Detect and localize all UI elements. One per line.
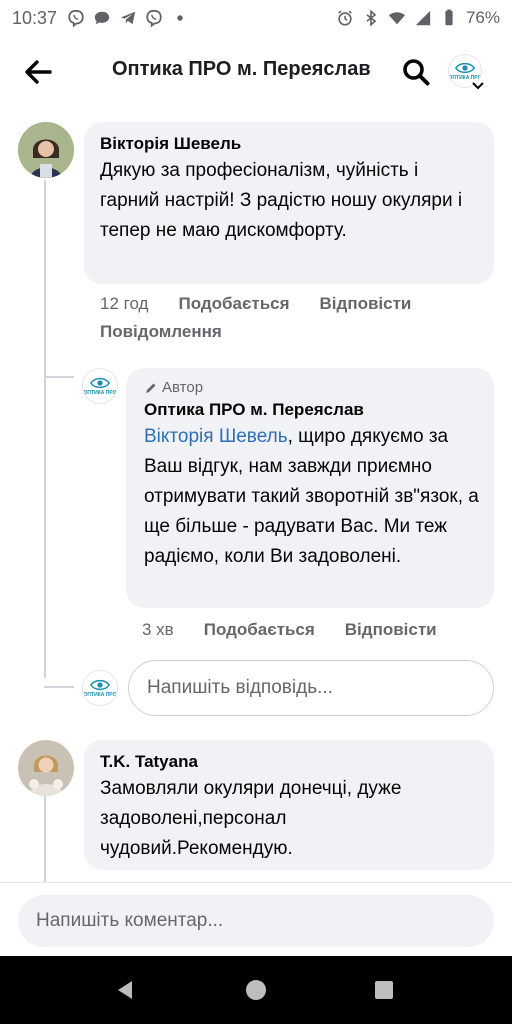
reply-input[interactable]: Напишіть відповідь...	[128, 660, 494, 716]
app-header: Оптика ПРО м. Переяслав ОПТИКА ПРО	[0, 36, 512, 106]
like-button[interactable]: Подобається	[178, 290, 289, 318]
notification-icons	[67, 9, 189, 27]
comment-actions: 3 хв Подобається Відповісти	[142, 616, 492, 644]
telegram-icon	[120, 11, 136, 25]
thread-connector	[44, 686, 74, 688]
nav-home-icon[interactable]	[244, 978, 268, 1002]
comment-text: Вікторія Шевель, щиро дякуємо за Ваш від…	[144, 422, 480, 572]
user-photo-icon	[18, 122, 74, 178]
search-icon	[403, 59, 430, 86]
page-title: Оптика ПРО м. Переяслав	[112, 58, 371, 80]
logo-text: ОПТИКА ПРО	[448, 74, 482, 81]
mention-link[interactable]: Вікторія Шевель	[144, 426, 288, 447]
message-button[interactable]: Повідомлення	[100, 318, 222, 346]
reply-text: , щиро дякуємо за Ваш відгук, нам завжди…	[144, 426, 479, 567]
comment-text: Дякую за професіоналізм, чуйність і гарн…	[100, 160, 463, 241]
comment-bubble: T.K. Tatyana Замовляли окуляри донечці, …	[84, 740, 494, 870]
page-avatar: ОПТИКА ПРО	[82, 670, 118, 706]
comment-text: Замовляли окуляри донечці, дуже задоволе…	[100, 778, 402, 859]
back-arrow-icon	[25, 60, 52, 84]
status-bar: 10:37 76%	[0, 0, 512, 36]
comment-input[interactable]: Напишіть коментар...	[18, 895, 494, 947]
comment-composer: Напишіть коментар...	[0, 882, 512, 956]
wifi-icon	[388, 12, 406, 25]
comment-bubble: Вікторія Шевель Дякую за професіоналізм,…	[84, 122, 494, 284]
eye-logo-icon	[90, 679, 110, 690]
battery-level: 76%	[465, 8, 500, 27]
viber-icon	[68, 9, 84, 27]
nav-recents-icon[interactable]	[372, 978, 396, 1002]
profile-switcher[interactable]: ОПТИКА ПРО	[448, 54, 488, 94]
system-icons: 76%	[336, 8, 500, 28]
thread-line	[44, 180, 46, 678]
status-time: 10:37	[12, 7, 58, 28]
signal-icon	[415, 10, 431, 26]
author-badge-label: Автор	[162, 379, 204, 396]
reply-button[interactable]: Відповісти	[320, 290, 412, 318]
dot-icon	[177, 15, 183, 21]
bluetooth-icon	[366, 9, 377, 27]
comment-author[interactable]: T.K. Tatyana	[100, 750, 480, 774]
comment-time: 3 хв	[142, 620, 174, 639]
comment-author[interactable]: Оптика ПРО м. Переяслав	[144, 398, 480, 422]
system-nav-bar	[0, 956, 512, 1024]
avatar[interactable]	[18, 122, 74, 178]
chat-icon	[94, 11, 110, 25]
thread-line	[44, 796, 46, 882]
logo-text: ОПТИКА ПРО	[83, 389, 117, 396]
avatar[interactable]	[18, 740, 74, 796]
pencil-icon	[146, 383, 156, 393]
eye-logo-icon	[90, 377, 110, 388]
nav-back-icon[interactable]	[114, 978, 138, 1002]
reply-button[interactable]: Відповісти	[345, 616, 437, 644]
logo-text: ОПТИКА ПРО	[83, 691, 117, 698]
eye-logo-icon	[455, 62, 475, 73]
thread-connector	[44, 376, 74, 378]
comment-actions: 12 год Подобається Відповісти Повідомлен…	[100, 290, 490, 346]
like-button[interactable]: Подобається	[204, 616, 315, 644]
user-photo-icon	[18, 740, 74, 796]
comment-time: 12 год	[100, 294, 149, 313]
back-button[interactable]	[20, 54, 56, 90]
chevron-down-icon	[472, 82, 484, 90]
page-avatar[interactable]: ОПТИКА ПРО	[82, 368, 118, 404]
comment-author[interactable]: Вікторія Шевель	[100, 132, 480, 156]
alarm-icon	[338, 10, 352, 26]
viber-icon	[146, 9, 162, 27]
battery-icon	[445, 9, 453, 26]
author-badge: Автор	[144, 378, 480, 398]
search-button[interactable]	[398, 54, 434, 90]
reply-bubble: Автор Оптика ПРО м. Переяслав Вікторія Ш…	[126, 368, 494, 608]
